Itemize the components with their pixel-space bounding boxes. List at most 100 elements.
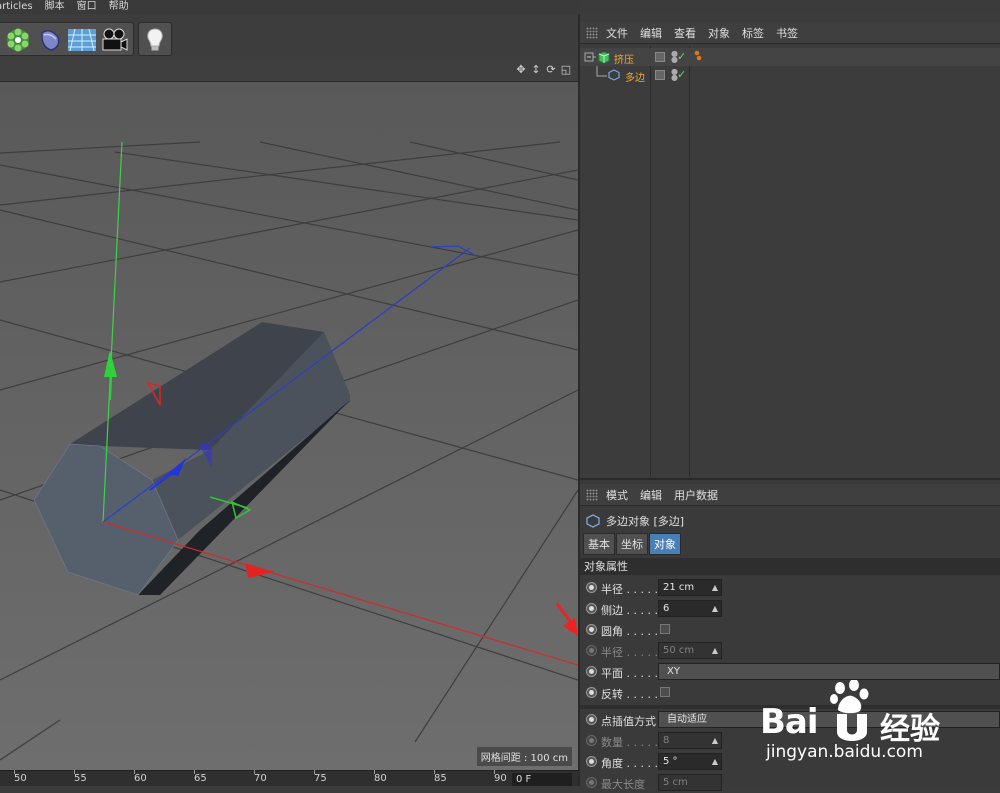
layer-tag-icon[interactable] (655, 52, 665, 62)
param-label: 侧边 . . . . . (601, 604, 658, 617)
layer-tag-icon[interactable] (655, 70, 665, 80)
baidu-du-paw-icon (837, 714, 867, 741)
3d-viewport[interactable]: ✥ ↕ ⟳ ◱ 网格间距: 100 cm (0, 60, 578, 770)
object-name[interactable]: 多边 (625, 69, 645, 84)
scene-floor-icon[interactable] (67, 25, 97, 55)
om-menu-file[interactable]: 文件 (606, 25, 628, 41)
menu-articles[interactable]: articles (0, 0, 33, 14)
object-manager: 文件 编辑 查看 对象 标签 书签 挤压 ● ● ✓ 多边 ● ● ✓ (580, 14, 1000, 476)
anim-radio-icon[interactable] (586, 582, 597, 593)
angle-input[interactable]: 5 ° ▲ (658, 753, 722, 770)
max-length-input[interactable]: 5 cm (658, 774, 722, 791)
timeline-tick: 70 (254, 770, 267, 784)
anim-radio-icon[interactable] (586, 777, 597, 788)
am-menu-userdata[interactable]: 用户数据 (674, 487, 718, 503)
om-menu-view[interactable]: 查看 (674, 25, 696, 41)
deformer-icon[interactable] (35, 25, 65, 55)
enable-check-icon[interactable]: ✓ (677, 50, 686, 63)
reverse-checkbox[interactable] (660, 687, 670, 697)
toolbar-group (0, 22, 134, 56)
tab-object[interactable]: 对象 (649, 533, 681, 555)
anim-radio-icon[interactable] (586, 687, 597, 698)
tab-basic[interactable]: 基本 (583, 533, 615, 555)
object-row-extrude[interactable]: 挤压 ● ● ✓ (580, 48, 1000, 66)
timeline-tick: 85 (434, 770, 447, 784)
rounding-checkbox[interactable] (660, 624, 670, 634)
param-round-radius: 半径 . . . . . 50 cm ▲ (580, 641, 1000, 661)
anim-radio-icon[interactable] (586, 603, 597, 614)
number-input[interactable]: 8 ▲ (658, 732, 722, 749)
polygon-spline-icon (586, 514, 600, 528)
anim-radio-icon[interactable] (586, 666, 597, 677)
viewport-scene[interactable] (0, 82, 578, 770)
anim-radio-icon[interactable] (586, 645, 597, 656)
am-menu-edit[interactable]: 编辑 (640, 487, 662, 503)
object-manager-menubar: 文件 编辑 查看 对象 标签 书签 (580, 22, 1000, 44)
param-label: 角度 . . . . . (601, 757, 658, 770)
current-frame-field[interactable]: 0 F (512, 773, 572, 786)
attribute-tabs: 基本 坐标 对象 (583, 533, 681, 555)
timeline-tick: 90 (494, 770, 507, 784)
menu-window[interactable]: 窗口 (77, 0, 97, 14)
enable-check-icon[interactable]: ✓ (677, 68, 686, 81)
zoom-view-icon[interactable]: ↕ (530, 64, 542, 76)
param-rounding: 圆角 . . . . . (580, 620, 1000, 640)
rotate-view-icon[interactable]: ⟳ (545, 64, 557, 76)
move-view-icon[interactable]: ✥ (515, 64, 527, 76)
om-menu-tags[interactable]: 标签 (742, 25, 764, 41)
tab-coord[interactable]: 坐标 (616, 533, 648, 555)
param-label: 点插值方式 (601, 715, 656, 728)
baidu-paw-icon (830, 680, 869, 714)
anim-radio-icon[interactable] (586, 735, 597, 746)
visibility-dots-icon[interactable]: ● ● (671, 68, 678, 82)
spinner-arrows-icon[interactable]: ▲ (712, 580, 718, 595)
round-radius-input[interactable]: 50 cm ▲ (658, 642, 722, 659)
grip-icon[interactable] (586, 488, 598, 501)
om-menu-object[interactable]: 对象 (708, 25, 730, 41)
param-label: 半径 . . . . . (601, 646, 658, 659)
object-row-polygon[interactable]: 多边 ● ● ✓ (580, 66, 1000, 84)
menu-script[interactable]: 脚本 (45, 0, 65, 14)
om-menu-edit[interactable]: 编辑 (640, 25, 662, 41)
toggle-view-icon[interactable]: ◱ (560, 64, 572, 76)
timeline-tick: 75 (314, 770, 327, 784)
om-menu-bookmarks[interactable]: 书签 (776, 25, 798, 41)
param-label: 反转 . . . . . (601, 688, 658, 701)
light-bulb-icon[interactable] (140, 25, 170, 55)
tree-branch-line (596, 66, 607, 77)
param-sides: 侧边 . . . . . 6 ▲ (580, 599, 1000, 619)
anim-radio-icon[interactable] (586, 624, 597, 635)
spinner-arrows-icon[interactable]: ▲ (712, 733, 718, 748)
watermark-url: jingyan.baidu.com (766, 742, 923, 762)
tree-collapse-icon[interactable] (584, 51, 596, 63)
anim-radio-icon[interactable] (586, 714, 597, 725)
mograph-cloner-icon[interactable] (3, 25, 33, 55)
radius-input[interactable]: 21 cm ▲ (658, 579, 722, 596)
extrude-object-icon (598, 51, 610, 64)
camera-icon[interactable] (99, 25, 129, 55)
polygon-spline-icon (608, 69, 620, 81)
param-label: 平面 . . . . . (601, 667, 658, 680)
param-label: 半径 . . . . . (601, 583, 658, 596)
menu-help[interactable]: 帮助 (109, 0, 129, 14)
spinner-arrows-icon[interactable]: ▲ (712, 601, 718, 616)
param-label: 最大长度 (601, 778, 645, 791)
timeline[interactable]: 50 55 60 65 70 75 80 85 90 0 F (0, 770, 580, 786)
visibility-dots-icon[interactable]: ● ● (671, 50, 678, 64)
spinner-arrows-icon[interactable]: ▲ (712, 754, 718, 769)
object-name[interactable]: 挤压 (614, 51, 634, 66)
viewport-header: ✥ ↕ ⟳ ◱ (0, 60, 578, 82)
attribute-title-text: 多边对象 [多边] (606, 515, 685, 528)
am-menu-mode[interactable]: 模式 (606, 487, 628, 503)
material-tag-icon[interactable] (692, 50, 702, 62)
section-header: 对象属性 (580, 558, 1000, 575)
anim-radio-icon[interactable] (586, 756, 597, 767)
spinner-arrows-icon[interactable]: ▲ (712, 643, 718, 658)
timeline-tick: 50 (14, 770, 27, 784)
object-list: 挤压 ● ● ✓ 多边 ● ● ✓ (580, 46, 1000, 476)
menubar: articles 脚本 窗口 帮助 (0, 0, 580, 14)
attribute-manager-menubar: 模式 编辑 用户数据 (580, 484, 1000, 506)
column-divider (650, 46, 651, 476)
grip-icon[interactable] (586, 26, 598, 39)
sides-input[interactable]: 6 ▲ (658, 600, 722, 617)
